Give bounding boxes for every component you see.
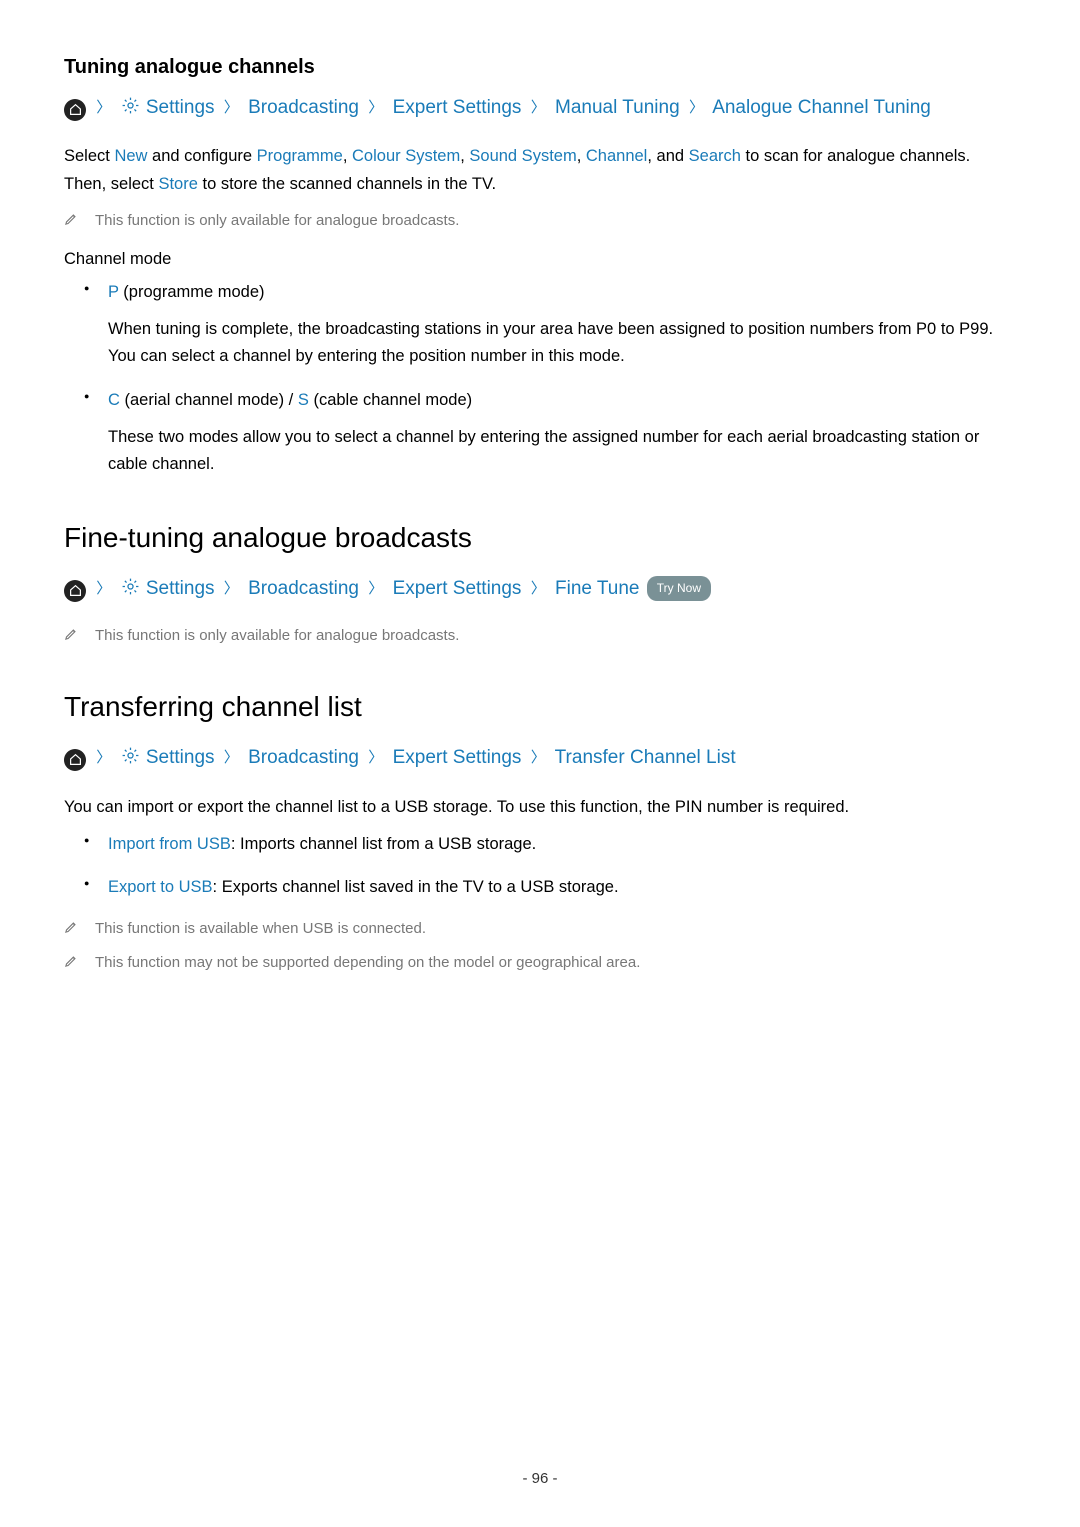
mode-p-desc: When tuning is complete, the broadcastin… <box>108 316 1016 370</box>
crumb-settings[interactable]: Settings <box>146 97 215 118</box>
breadcrumb-fine-tune: 〉 Settings 〉 Broadcasting 〉 Expert Setti… <box>64 574 1016 605</box>
crumb-settings[interactable]: Settings <box>146 747 215 768</box>
breadcrumb-analogue-tuning: 〉 Settings 〉 Broadcasting 〉 Expert Setti… <box>64 93 1016 124</box>
section-transfer-channel-list: Transferring channel list 〉 Settings 〉 B… <box>64 691 1016 974</box>
list-item: P (programme mode) When tuning is comple… <box>108 279 1016 371</box>
channel-mode-list: P (programme mode) When tuning is comple… <box>64 279 1016 478</box>
pencil-icon <box>64 953 79 973</box>
export-desc: : Exports channel list saved in the TV t… <box>213 878 619 896</box>
chevron-right-icon: 〉 <box>224 96 239 119</box>
mode-p: P <box>108 283 119 301</box>
text: , <box>577 147 586 165</box>
chevron-right-icon: 〉 <box>368 746 383 769</box>
home-icon <box>64 580 86 602</box>
chevron-right-icon: 〉 <box>96 96 111 119</box>
mode-s-label-b: (cable channel mode) <box>309 391 472 409</box>
term-new: New <box>114 147 147 165</box>
pencil-icon <box>64 211 79 231</box>
text: , and <box>647 147 688 165</box>
crumb-fine-tune[interactable]: Fine Tune <box>555 578 640 599</box>
breadcrumb-transfer-channel-list: 〉 Settings 〉 Broadcasting 〉 Expert Setti… <box>64 743 1016 774</box>
section-heading: Fine-tuning analogue broadcasts <box>64 522 1016 554</box>
chevron-right-icon: 〉 <box>224 577 239 600</box>
try-now-button[interactable]: Try Now <box>647 576 711 601</box>
term-colour-system: Colour System <box>352 147 460 165</box>
gear-icon <box>121 745 140 774</box>
chevron-right-icon: 〉 <box>96 577 111 600</box>
channel-mode-heading: Channel mode <box>64 250 1016 269</box>
chevron-right-icon: 〉 <box>368 96 383 119</box>
home-icon <box>64 99 86 121</box>
chevron-right-icon: 〉 <box>368 577 383 600</box>
gear-icon <box>121 576 140 605</box>
note-text: This function is only available for anal… <box>95 209 459 233</box>
note-analogue-only: This function is only available for anal… <box>64 624 1016 648</box>
home-icon <box>64 749 86 771</box>
crumb-expert-settings[interactable]: Expert Settings <box>393 578 522 599</box>
text: , <box>460 147 469 165</box>
text: , <box>343 147 352 165</box>
gear-icon <box>121 95 140 124</box>
mode-s: S <box>298 391 309 409</box>
note-text: This function is only available for anal… <box>95 624 459 648</box>
note-usb-connected: This function is available when USB is c… <box>64 917 1016 941</box>
chevron-right-icon: 〉 <box>96 746 111 769</box>
chevron-right-icon: 〉 <box>531 96 546 119</box>
section-fine-tuning: Fine-tuning analogue broadcasts 〉 Settin… <box>64 522 1016 647</box>
term-programme: Programme <box>257 147 343 165</box>
import-desc: : Imports channel list from a USB storag… <box>231 835 536 853</box>
crumb-analogue-channel-tuning[interactable]: Analogue Channel Tuning <box>712 97 931 118</box>
crumb-broadcasting[interactable]: Broadcasting <box>248 97 359 118</box>
list-item: C (aerial channel mode) / S (cable chann… <box>108 387 1016 479</box>
section-heading: Transferring channel list <box>64 691 1016 723</box>
mode-c-label-a: (aerial channel mode) / <box>120 391 298 409</box>
mode-p-label: (programme mode) <box>119 283 265 301</box>
chevron-right-icon: 〉 <box>224 746 239 769</box>
page-number: - 96 - <box>0 1470 1080 1487</box>
transfer-list: Import from USB: Imports channel list fr… <box>64 831 1016 901</box>
mode-c: C <box>108 391 120 409</box>
note-text: This function may not be supported depen… <box>95 951 640 975</box>
crumb-broadcasting[interactable]: Broadcasting <box>248 747 359 768</box>
note-text: This function is available when USB is c… <box>95 917 426 941</box>
chevron-right-icon: 〉 <box>531 746 546 769</box>
crumb-expert-settings[interactable]: Expert Settings <box>393 747 522 768</box>
term-channel: Channel <box>586 147 647 165</box>
list-item: Import from USB: Imports channel list fr… <box>108 831 1016 858</box>
term-sound-system: Sound System <box>469 147 576 165</box>
crumb-settings[interactable]: Settings <box>146 578 215 599</box>
list-item: Export to USB: Exports channel list save… <box>108 874 1016 901</box>
mode-cs-desc: These two modes allow you to select a ch… <box>108 424 1016 478</box>
term-export-usb: Export to USB <box>108 878 213 896</box>
crumb-manual-tuning[interactable]: Manual Tuning <box>555 97 680 118</box>
crumb-transfer-channel-list[interactable]: Transfer Channel List <box>555 747 736 768</box>
chevron-right-icon: 〉 <box>689 96 704 119</box>
section-tuning-analogue: Tuning analogue channels 〉 Settings 〉 Br… <box>64 56 1016 478</box>
text: to store the scanned channels in the TV. <box>198 175 496 193</box>
crumb-broadcasting[interactable]: Broadcasting <box>248 578 359 599</box>
text: and configure <box>147 147 256 165</box>
transfer-intro: You can import or export the channel lis… <box>64 793 1016 821</box>
note-model-area: This function may not be supported depen… <box>64 951 1016 975</box>
term-store: Store <box>158 175 197 193</box>
analogue-paragraph: Select New and configure Programme, Colo… <box>64 142 1016 198</box>
note-analogue-only: This function is only available for anal… <box>64 209 1016 233</box>
pencil-icon <box>64 626 79 646</box>
section-heading: Tuning analogue channels <box>64 56 1016 79</box>
pencil-icon <box>64 919 79 939</box>
crumb-expert-settings[interactable]: Expert Settings <box>393 97 522 118</box>
chevron-right-icon: 〉 <box>531 577 546 600</box>
term-import-usb: Import from USB <box>108 835 231 853</box>
text: Select <box>64 147 114 165</box>
term-search: Search <box>689 147 741 165</box>
